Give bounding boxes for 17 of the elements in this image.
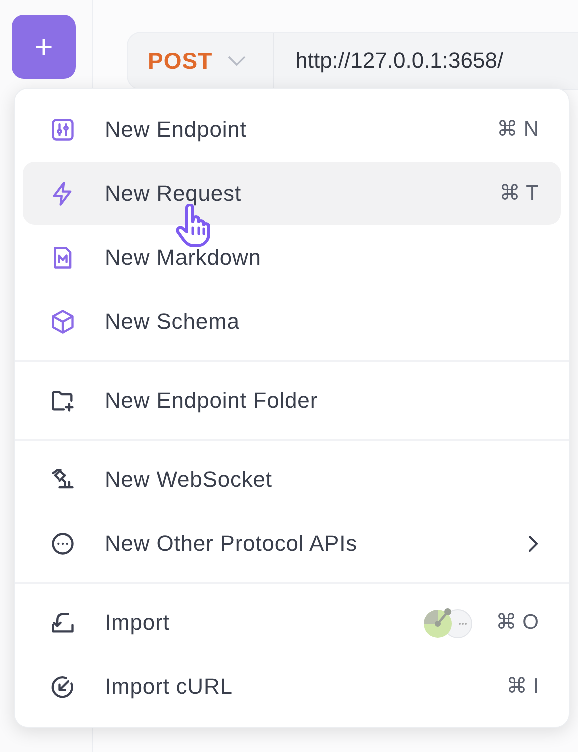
menu-item[interactable]: New Other Protocol APIs	[23, 512, 561, 575]
cube-icon	[50, 308, 76, 334]
menu-item[interactable]: New WebSocket	[23, 448, 561, 511]
endpoint-icon	[50, 116, 76, 142]
shortcut-hint: ⌘ O	[496, 610, 539, 635]
menu-item[interactable]: New Markdown	[23, 226, 561, 289]
menu-item[interactable]: New Schema	[23, 290, 561, 353]
shortcut-hint: ⌘ I	[506, 674, 539, 699]
menu-item[interactable]: Import cURL ⌘ I	[23, 655, 561, 718]
shortcut-hint: ⌘ N	[497, 117, 539, 142]
add-button[interactable]: +	[12, 15, 76, 79]
more-circle-icon	[50, 530, 76, 556]
menu-item[interactable]: New Endpoint ⌘ N	[23, 98, 561, 161]
shortcut-hint: ⌘ T	[500, 181, 539, 206]
menu-item[interactable]: Import ⌘ O	[23, 591, 561, 654]
hand-cursor-icon	[173, 204, 213, 248]
menu-item[interactable]: New Endpoint Folder	[23, 369, 561, 432]
